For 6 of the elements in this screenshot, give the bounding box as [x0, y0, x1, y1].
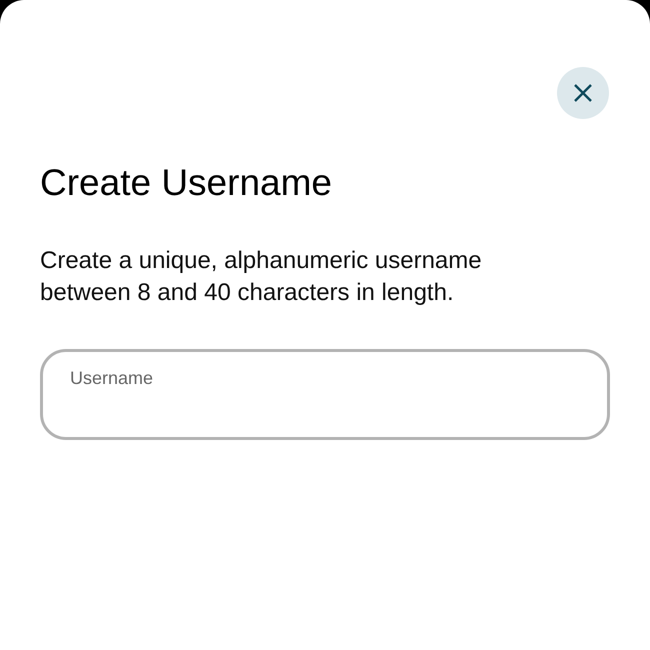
field-label: Username [70, 367, 154, 390]
username-field[interactable]: Username [40, 349, 610, 440]
dialog-description: Create a unique, alphanumeric username between 8 and 40 characters in length. [40, 246, 483, 308]
dialog-title: Create Username [40, 161, 334, 205]
close-icon [573, 83, 593, 103]
close-button[interactable] [557, 67, 609, 119]
